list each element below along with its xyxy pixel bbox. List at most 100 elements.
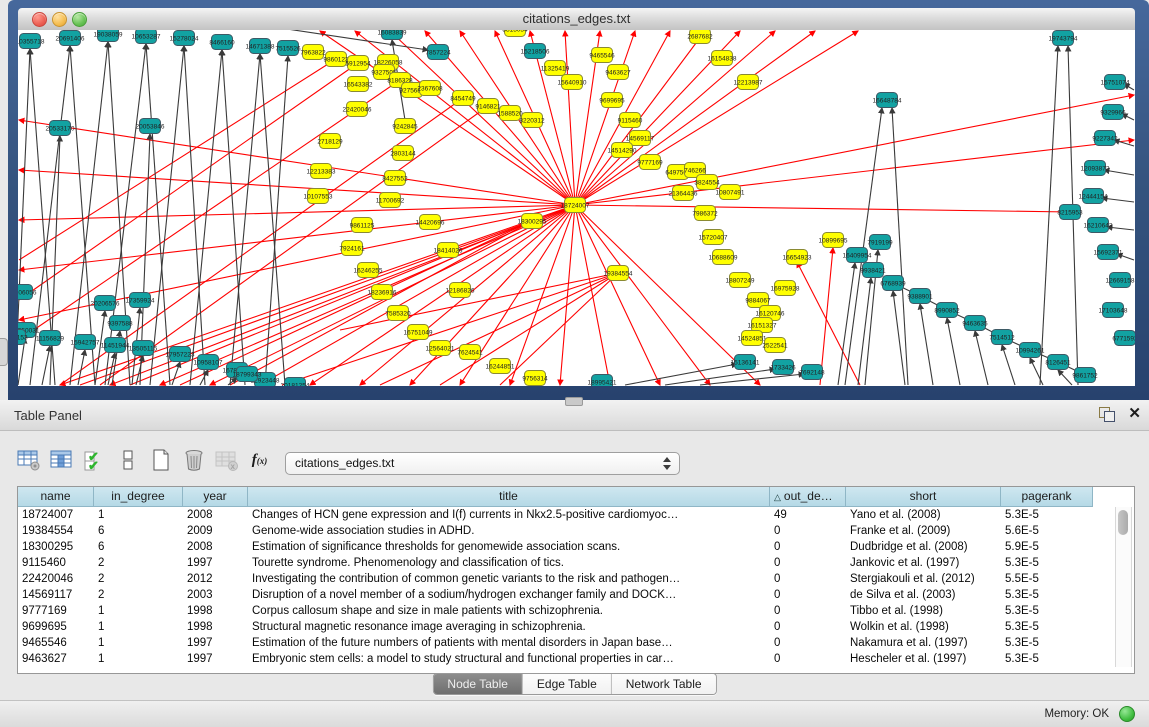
cell-title: Estimation of significance thresholds fo… <box>248 539 770 555</box>
column-header-short[interactable]: short <box>846 487 1001 507</box>
select-columns-button[interactable]: ✔✔ <box>82 447 107 473</box>
row-options-button[interactable] <box>115 447 140 473</box>
network-node-label: 19743794 <box>1049 35 1078 42</box>
cell-pagerank: 5.9E-5 <box>1001 539 1093 555</box>
network-node-label: 12186826 <box>446 287 475 294</box>
network-edge <box>838 263 855 385</box>
network-node-label: 16543382 <box>344 81 373 88</box>
table-row[interactable]: 977716911998Corpus callosum shape and si… <box>18 603 1134 619</box>
cell-short: Franke et al. (2009) <box>846 523 1001 539</box>
function-builder-button[interactable]: f(x) <box>247 447 272 473</box>
network-node-label: 10653287 <box>132 33 161 40</box>
cell-year: 1997 <box>183 635 248 651</box>
network-window-titlebar[interactable]: citations_edges.txt <box>18 8 1135 31</box>
cell-pagerank: 5.3E-5 <box>1001 587 1093 603</box>
network-node-label: 21206056 <box>18 289 37 296</box>
network-node-label: 9465546 <box>589 52 615 59</box>
cell-name: 9115460 <box>18 555 94 571</box>
network-edge <box>19 59 336 260</box>
network-edge <box>42 346 50 385</box>
cell-short: Nakamura et al. (1997) <box>846 635 1001 651</box>
delete-columns-button[interactable] <box>181 447 206 473</box>
network-node-label: 746266 <box>684 167 706 174</box>
table-scrollbar[interactable] <box>1115 507 1132 667</box>
network-node-label: 8454749 <box>450 95 476 102</box>
network-node-label: 12669158 <box>1106 277 1135 284</box>
network-node-label: 12213383 <box>307 168 336 175</box>
cell-short: Jankovic et al. (1997) <box>846 555 1001 571</box>
cell-year: 1998 <box>183 619 248 635</box>
column-header-in_degree[interactable]: in_degree <box>94 487 183 507</box>
network-node-label: 8220312 <box>519 117 545 124</box>
cell-year: 2008 <box>183 507 248 523</box>
network-node-label: 11700692 <box>376 197 405 204</box>
network-node-label: 7624541 <box>457 349 483 356</box>
network-node-label: 14569117 <box>626 135 655 142</box>
cell-year: 1998 <box>183 603 248 619</box>
column-header-pagerank[interactable]: pagerank <box>1001 487 1093 507</box>
cell-out_de: 0 <box>770 619 846 635</box>
network-node-label: 18807249 <box>726 277 755 284</box>
panel-divider-handle[interactable] <box>565 397 583 406</box>
network-node-label: 7514512 <box>989 334 1015 341</box>
memory-status-led[interactable] <box>1119 706 1135 722</box>
cell-in_degree: 1 <box>94 635 183 651</box>
memory-status-label: Memory: OK <box>1044 708 1109 720</box>
cell-out_de: 0 <box>770 651 846 667</box>
dropdown-stepper-icon <box>663 457 671 470</box>
table-selector-dropdown[interactable]: citations_edges.txt <box>285 452 680 475</box>
network-node-label: 15136141 <box>731 359 760 366</box>
float-panel-icon[interactable] <box>1099 407 1115 422</box>
cell-title: Estimation of the future numbers of pati… <box>248 635 770 651</box>
column-header-name[interactable]: name <box>18 487 94 507</box>
network-node-label: 12213987 <box>734 79 763 86</box>
network-node-label: 10807491 <box>716 189 745 196</box>
cell-out_de: 0 <box>770 587 846 603</box>
network-canvas[interactable]: 1872400718300295193845541035571820691406… <box>18 30 1135 386</box>
table-row[interactable]: 1938455462009Genome-wide association stu… <box>18 523 1134 539</box>
cell-in_degree: 1 <box>94 603 183 619</box>
network-node-label: 11325419 <box>541 65 570 72</box>
column-header-out_de[interactable]: △out_de… <box>770 487 846 507</box>
cell-title: Changes of HCN gene expression and I(f) … <box>248 507 770 523</box>
column-header-year[interactable]: year <box>183 487 248 507</box>
network-node-label: 2522541 <box>762 342 788 349</box>
show-columns-button[interactable] <box>49 447 74 473</box>
network-node-label: 15942757 <box>71 339 100 346</box>
column-header-title[interactable]: title <box>248 487 770 507</box>
table-row[interactable]: 1456911722003Disruption of a novel membe… <box>18 587 1134 603</box>
cell-name: 14569117 <box>18 587 94 603</box>
cell-out_de: 0 <box>770 635 846 651</box>
table-row[interactable]: 1872400712008Changes of HCN gene express… <box>18 507 1134 523</box>
cell-pagerank: 5.3E-5 <box>1001 555 1093 571</box>
status-bar: Memory: OK <box>0 700 1149 727</box>
table-row[interactable]: 1830029562008Estimation of significance … <box>18 539 1134 555</box>
network-node-label: 6768939 <box>880 280 906 287</box>
table-row[interactable]: 946554611997Estimation of the future num… <box>18 635 1134 651</box>
tab-network-table[interactable]: Network Table <box>612 674 716 694</box>
table-scrollbar-thumb[interactable] <box>1118 510 1128 535</box>
cell-title: Disruption of a novel member of a sodium… <box>248 587 770 603</box>
delete-table-button[interactable]: x <box>214 447 239 473</box>
table-row[interactable]: 911546021997Tourette syndrome. Phenomeno… <box>18 555 1134 571</box>
table-row[interactable]: 946362711997Embryonic stem cells: a mode… <box>18 651 1134 667</box>
network-node-label: 11156829 <box>36 335 64 342</box>
network-node-label: 20206576 <box>91 300 120 307</box>
table-header-row: namein_degreeyeartitle△out_de…shortpager… <box>18 487 1093 507</box>
cytoscape-app: citations_edges.txt 18724007183002951938… <box>0 0 1149 727</box>
network-node-label: 9242845 <box>392 123 418 130</box>
create-column-button[interactable] <box>148 447 173 473</box>
network-edge <box>146 44 170 385</box>
cell-title: Embryonic stem cells: a model to study s… <box>248 651 770 667</box>
panel-collapse-grip[interactable] <box>0 338 8 366</box>
network-node-label: 8990852 <box>934 307 960 314</box>
table-row[interactable]: 969969511998Structural magnetic resonanc… <box>18 619 1134 635</box>
table-mode-button[interactable] <box>16 447 41 473</box>
network-node-label: 17103648 <box>1099 307 1128 314</box>
tab-node-table[interactable]: Node Table <box>433 674 523 694</box>
table-row[interactable]: 2242004622012Investigating the contribut… <box>18 571 1134 587</box>
cell-out_de: 49 <box>770 507 846 523</box>
network-node-label: 9777169 <box>637 159 663 166</box>
close-panel-icon[interactable]: ✕ <box>1128 405 1141 423</box>
tab-edge-table[interactable]: Edge Table <box>523 674 612 694</box>
